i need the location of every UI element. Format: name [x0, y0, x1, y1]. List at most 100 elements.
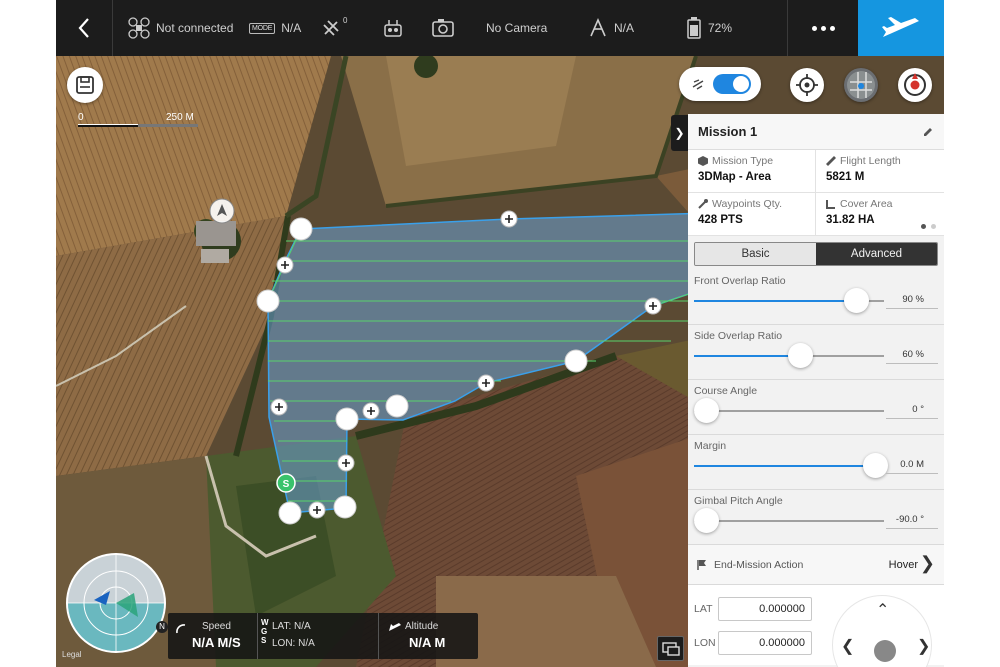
setting-label: Side Overlap Ratio — [694, 330, 783, 342]
stats-page-indicator[interactable] — [921, 224, 936, 229]
speed-value: N/A M/S — [192, 635, 241, 650]
tab-basic[interactable]: Basic — [695, 243, 816, 265]
setting-value[interactable]: 60 % — [886, 346, 938, 364]
area-icon — [826, 200, 835, 209]
chevron-left-icon — [78, 18, 89, 38]
mission-stats: Mission Type 3DMap - Area Flight Length … — [688, 150, 944, 236]
camera-icon — [432, 19, 454, 37]
panel-collapse-handle[interactable]: ❯ — [671, 115, 688, 151]
waypoints-value: 428 PTS — [698, 214, 743, 226]
end-mission-value: Hover — [888, 558, 918, 571]
satellite-icon — [323, 20, 339, 36]
map-thumbnail-icon — [847, 71, 875, 99]
battery-icon — [687, 17, 701, 39]
setting-gimbal-pitch: Gimbal Pitch Angle -90.0 ° — [688, 490, 944, 545]
setting-front-overlap: Front Overlap Ratio 90 % — [688, 270, 944, 325]
cube-icon — [698, 156, 708, 166]
radar-graphic — [66, 553, 166, 653]
chevron-right-icon[interactable]: ❯ — [917, 636, 930, 656]
chevron-right-icon: ❯ — [919, 553, 935, 573]
compass-icon — [904, 73, 926, 96]
dpad-center-button[interactable] — [874, 640, 896, 662]
satellite-status[interactable]: 0 — [321, 0, 351, 56]
slider-fill — [694, 465, 875, 467]
fly-button[interactable] — [858, 0, 944, 56]
lon-input[interactable]: 0.000000 — [718, 631, 812, 655]
more-dot-icon — [820, 25, 826, 31]
setting-value[interactable]: 0.0 M — [886, 456, 938, 474]
satellite-count: 0 — [343, 15, 348, 25]
slider-knob[interactable] — [694, 398, 719, 423]
home-point-icon[interactable] — [209, 198, 235, 224]
end-mission-label: End-Mission Action — [714, 558, 804, 571]
map-scale-bar: 0 250 M — [78, 112, 200, 132]
altitude-icon — [389, 623, 401, 631]
wgs-label: WGS — [261, 618, 269, 645]
setting-slider[interactable] — [694, 343, 884, 368]
setting-slider[interactable] — [694, 508, 884, 533]
slider-knob[interactable] — [862, 453, 888, 478]
locate-button[interactable] — [790, 68, 824, 102]
direction-pad[interactable]: ⌃ ❮ ❯ — [832, 595, 932, 667]
scale-end-label: 250 M — [166, 112, 194, 123]
ruler-icon — [826, 156, 836, 166]
battery-status[interactable]: 72% — [686, 0, 732, 56]
lon-row: LON 0.000000 — [694, 630, 812, 656]
setting-slider[interactable] — [694, 398, 884, 423]
setting-value[interactable]: 0 ° — [886, 401, 938, 419]
flight-length-label: Flight Length — [840, 155, 901, 167]
mission-title-bar[interactable]: Mission 1 — [688, 114, 944, 150]
back-button[interactable] — [56, 0, 113, 56]
flight-mode-status[interactable]: MODE N/A — [249, 0, 301, 56]
stat-flight-length: Flight Length 5821 M — [816, 150, 944, 193]
map-lock-toggle[interactable] — [679, 67, 761, 101]
end-mission-action-row[interactable]: End-Mission Action Hover ❯ — [688, 545, 944, 585]
waypoint-icon — [698, 199, 708, 209]
camera-status[interactable]: No Camera — [432, 0, 547, 56]
setting-value[interactable]: -90.0 ° — [886, 511, 938, 529]
setting-value[interactable]: 90 % — [886, 291, 938, 309]
lat-input[interactable]: 0.000000 — [718, 597, 812, 621]
gps-signal-icon — [590, 18, 606, 37]
stat-cover-area: Cover Area 31.82 HA — [816, 193, 944, 236]
setting-slider[interactable] — [694, 453, 888, 478]
mission-type-label: Mission Type — [712, 155, 774, 167]
radar-north-label: N — [156, 621, 168, 633]
chevron-left-icon[interactable]: ❮ — [841, 636, 854, 656]
chevron-up-icon[interactable]: ⌃ — [876, 600, 889, 620]
setting-course-angle: Course Angle 0 ° — [688, 380, 944, 435]
altitude-label: Altitude — [405, 621, 439, 632]
slider-knob[interactable] — [694, 508, 719, 533]
setting-slider[interactable] — [694, 288, 884, 313]
slider-fill — [694, 300, 856, 302]
scale-start-label: 0 — [78, 112, 84, 123]
pencil-icon[interactable] — [922, 126, 934, 138]
toggle-switch[interactable] — [713, 74, 751, 94]
gps-status[interactable]: N/A — [588, 0, 634, 56]
map-type-button[interactable] — [844, 68, 878, 102]
more-options-button[interactable] — [787, 0, 858, 56]
camera-view-switch-button[interactable] — [657, 636, 684, 661]
more-dot-icon — [811, 25, 817, 31]
lon-text: LON: N/A — [272, 638, 315, 649]
setting-side-overlap: Side Overlap Ratio 60 % — [688, 325, 944, 380]
altitude-cell: Altitude N/A M — [378, 613, 478, 659]
aircraft-icon — [128, 17, 150, 39]
mode-badge: MODE — [249, 22, 276, 34]
cover-area-value: 31.82 HA — [826, 214, 875, 226]
flight-telemetry-hud: Speed N/A M/S WGS LAT: N/A LON: N/A Alti… — [168, 613, 478, 659]
slider-knob[interactable] — [843, 288, 869, 313]
slider-knob[interactable] — [788, 343, 814, 368]
settings-tabs: Basic Advanced — [694, 242, 938, 266]
compass-button[interactable] — [898, 68, 932, 102]
connection-status[interactable]: Not connected — [128, 0, 233, 56]
tab-advanced[interactable]: Advanced — [816, 243, 937, 265]
legal-link[interactable]: Legal — [62, 650, 82, 659]
start-marker[interactable]: S — [276, 473, 296, 493]
connection-text: Not connected — [156, 21, 234, 35]
save-mission-button[interactable] — [67, 67, 103, 103]
slider-fill — [694, 355, 801, 357]
mission-title: Mission 1 — [698, 124, 758, 139]
lat-row: LAT 0.000000 — [694, 596, 812, 622]
remote-controller-status[interactable] — [383, 0, 403, 56]
